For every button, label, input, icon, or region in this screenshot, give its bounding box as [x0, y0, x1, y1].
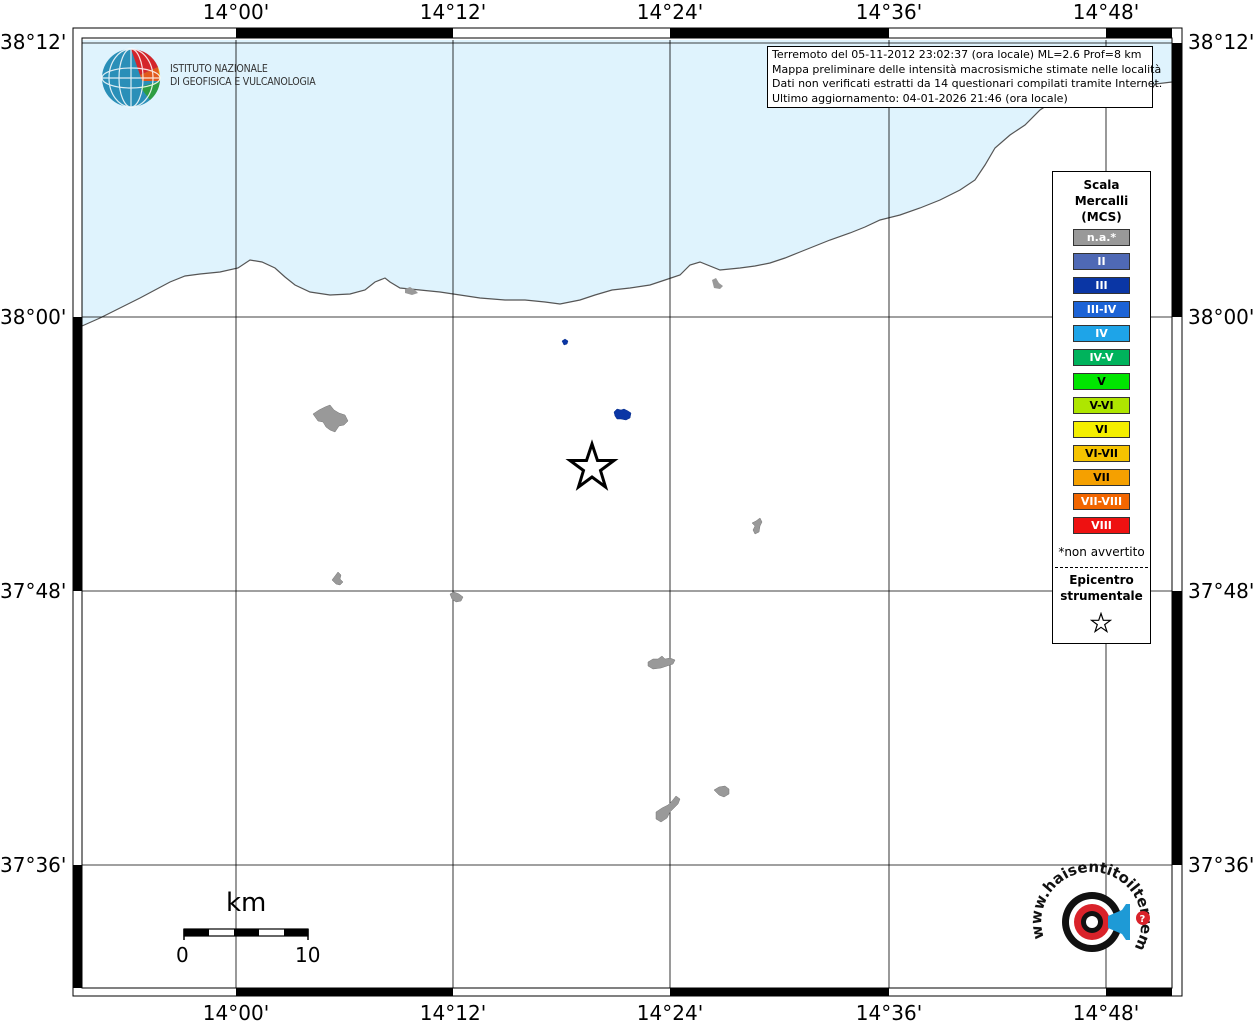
locality-na[interactable]	[647, 655, 676, 670]
legend-swatch: II	[1073, 253, 1130, 270]
legend-swatch: III	[1073, 277, 1130, 294]
locality-III[interactable]	[613, 408, 632, 421]
locality-na[interactable]	[713, 785, 730, 798]
lon-label: 14°24'	[636, 1001, 704, 1025]
event-info-line: Terremoto del 05-11-2012 23:02:37 (ora l…	[772, 48, 1142, 61]
scale-unit: km	[226, 888, 267, 918]
lon-label: 14°24'	[636, 0, 704, 24]
ingv-name-line1: ISTITUTO NAZIONALE	[170, 63, 268, 75]
event-info-box: Terremoto del 05-11-2012 23:02:37 (ora l…	[767, 46, 1163, 108]
lat-label: 38°12'	[1188, 30, 1254, 54]
locality-III[interactable]	[561, 338, 569, 346]
event-info-line: Ultimo aggiornamento: 04-01-2026 21:46 (…	[772, 91, 1068, 105]
legend-title-line: Scala	[1083, 178, 1120, 192]
lat-label: 38°00'	[0, 305, 67, 329]
lon-label: 14°48'	[1072, 1001, 1140, 1025]
lon-label: 14°00'	[202, 1001, 270, 1025]
epicenter-star-icon[interactable]	[565, 439, 619, 491]
legend-swatch: IV	[1073, 325, 1130, 342]
legend-swatch: VI	[1073, 421, 1130, 438]
lon-label: 14°36'	[855, 0, 923, 24]
ingv-name-line2: DI GEOFISICA E VULCANOLOGIA	[170, 76, 316, 88]
scale-bar	[183, 928, 309, 940]
lon-label: 14°48'	[1072, 0, 1140, 24]
scale-start: 0	[176, 943, 189, 967]
lat-label: 37°36'	[0, 853, 67, 877]
lon-label: 14°00'	[202, 0, 270, 24]
ingv-name: ISTITUTO NAZIONALE DI GEOFISICA E VULCAN…	[170, 63, 316, 89]
haisentito-logo[interactable]: www.haisentitoilterremoto.it ?	[1030, 860, 1156, 976]
legend-note: *non avvertito	[1058, 545, 1145, 559]
mcs-legend: Scala Mercalli (MCS) n.a.* II III III-IV IV I…	[1052, 171, 1151, 644]
locality-na[interactable]	[331, 571, 344, 586]
lon-label: 14°12'	[419, 0, 487, 24]
legend-swatch: n.a.*	[1073, 229, 1130, 246]
scale-end: 10	[295, 943, 321, 967]
legend-epicenter-line: strumentale	[1060, 589, 1143, 603]
legend-epicenter-label: Epicentro strumentale	[1053, 572, 1150, 604]
legend-swatch: VII	[1073, 469, 1130, 486]
lon-label: 14°36'	[855, 1001, 923, 1025]
svg-text:?: ?	[1140, 914, 1146, 925]
legend-swatch: IV-V	[1073, 349, 1130, 366]
legend-title-line: Mercalli	[1074, 194, 1129, 208]
event-info-line: Mappa preliminare delle intensità macros…	[772, 62, 1162, 76]
locality-na[interactable]	[655, 795, 681, 823]
legend-swatch: VII-VIII	[1073, 493, 1130, 510]
lat-label: 38°00'	[1188, 305, 1254, 329]
star-icon	[1090, 612, 1112, 634]
legend-swatch: III-IV	[1073, 301, 1130, 318]
lat-label: 37°48'	[0, 579, 67, 603]
event-info-line: Dati non verificati estratti da 14 quest…	[772, 77, 1163, 90]
legend-title: Scala Mercalli (MCS)	[1053, 177, 1150, 225]
locality-markers	[312, 338, 763, 823]
lat-label: 37°48'	[1188, 579, 1254, 603]
lat-label: 38°12'	[0, 30, 67, 54]
legend-swatch: V	[1073, 373, 1130, 390]
legend-epicenter-line: Epicentro	[1069, 573, 1134, 587]
legend-swatch: V-VI	[1073, 397, 1130, 414]
locality-na[interactable]	[751, 517, 763, 535]
ingv-globe-icon	[101, 48, 161, 108]
lon-label: 14°12'	[419, 1001, 487, 1025]
locality-na[interactable]	[449, 591, 464, 603]
locality-na[interactable]	[312, 404, 349, 433]
lat-label: 37°36'	[1188, 853, 1254, 877]
legend-swatch: VIII	[1073, 517, 1130, 534]
legend-title-line: (MCS)	[1081, 210, 1122, 224]
legend-swatch: VI-VII	[1073, 445, 1130, 462]
legend-divider	[1055, 567, 1148, 568]
island-feature	[712, 278, 723, 289]
